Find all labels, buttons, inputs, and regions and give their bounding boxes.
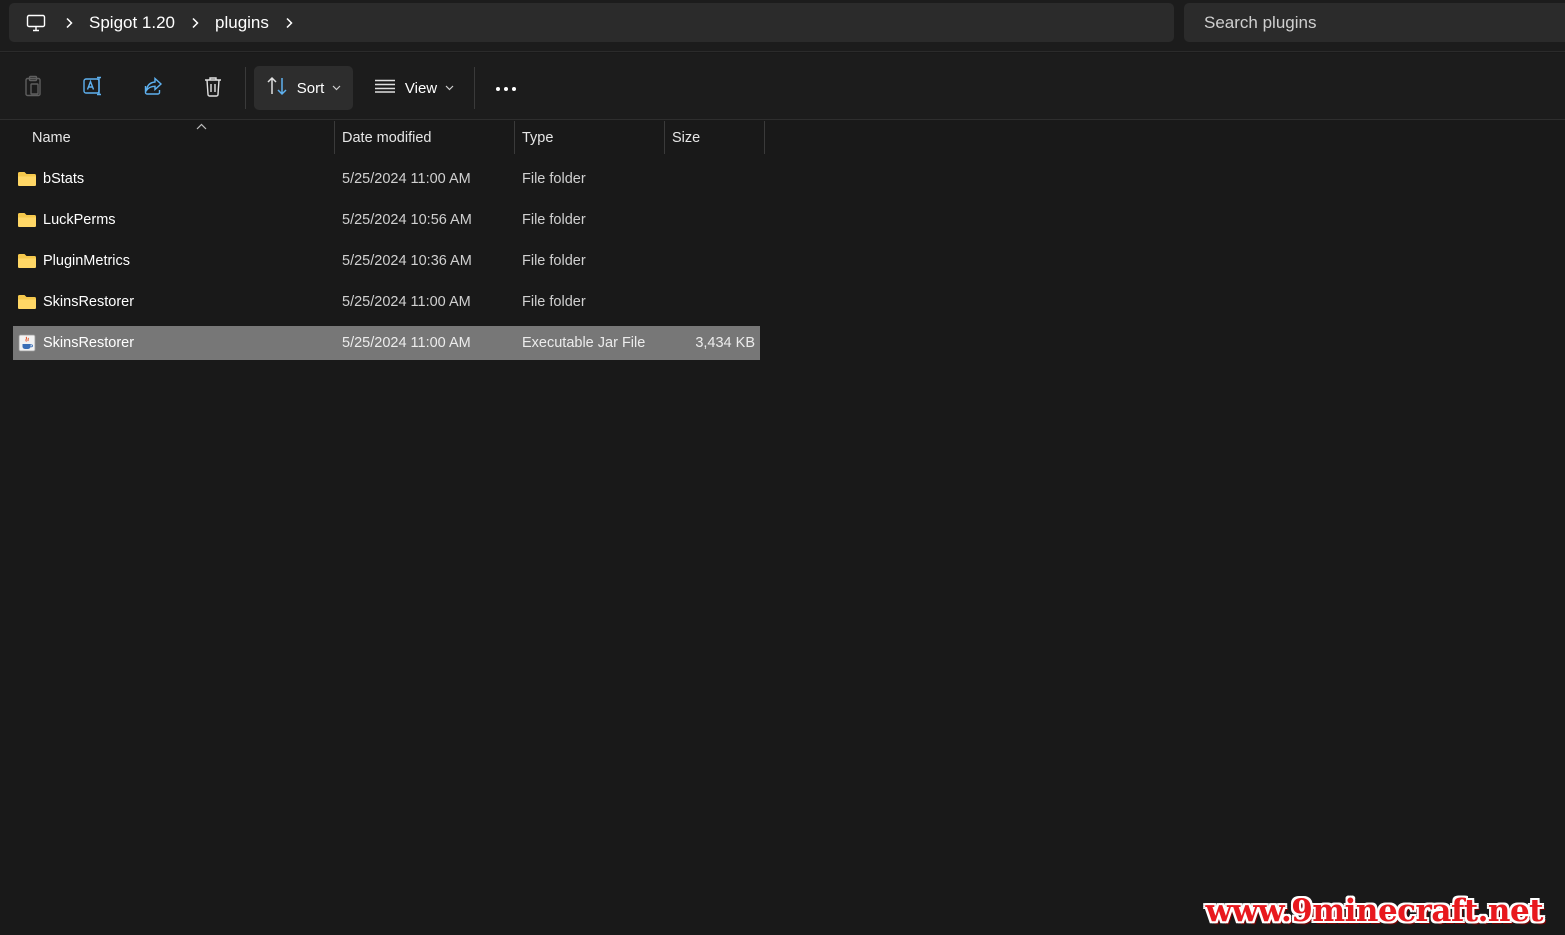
trash-icon (203, 75, 223, 102)
paste-button[interactable] (12, 66, 54, 110)
file-name-cell: bStats (17, 162, 84, 196)
view-label: View (404, 79, 438, 97)
file-type: File folder (522, 294, 586, 310)
file-size: 3,434 KB (695, 335, 755, 351)
rename-icon (82, 75, 104, 102)
file-row-skinsrestorer-jar[interactable]: SkinsRestorer 5/25/2024 11:00 AM Executa… (13, 326, 760, 360)
share-button[interactable] (132, 66, 174, 110)
column-header-date-label: Date modified (342, 129, 432, 146)
file-type: File folder (522, 212, 586, 228)
file-name: SkinsRestorer (43, 335, 135, 351)
command-bar: Sort View (0, 53, 1565, 120)
file-date: 5/25/2024 11:00 AM (342, 294, 471, 310)
share-icon (142, 75, 164, 102)
sort-label: Sort (296, 79, 325, 97)
file-name: LuckPerms (43, 212, 116, 228)
chevron-down-icon (445, 85, 454, 91)
watermark-logo: www.9minecraft.net (1205, 893, 1544, 929)
file-type: File folder (522, 253, 586, 269)
folder-icon (17, 210, 37, 230)
folder-icon (17, 169, 37, 189)
column-header-name[interactable]: Name (24, 121, 335, 154)
rename-button[interactable] (72, 66, 114, 110)
file-name: PluginMetrics (43, 253, 131, 269)
sort-button[interactable]: Sort (254, 66, 353, 110)
file-date: 5/25/2024 11:00 AM (342, 171, 471, 187)
file-name-cell: PluginMetrics (17, 244, 130, 278)
chevron-down-icon (332, 85, 341, 91)
chevron-right-icon[interactable] (277, 11, 301, 35)
file-date: 5/25/2024 11:00 AM (342, 335, 471, 351)
file-name-cell: SkinsRestorer (17, 285, 134, 319)
file-name: bStats (43, 171, 85, 187)
file-name-cell: LuckPerms (17, 203, 116, 237)
java-jar-icon (17, 333, 37, 353)
column-header-type[interactable]: Type (514, 121, 665, 154)
search-box[interactable] (1184, 3, 1565, 42)
delete-button[interactable] (192, 66, 234, 110)
toolbar-divider (245, 67, 246, 109)
breadcrumb-segment-plugins[interactable]: plugins (213, 9, 271, 37)
file-row-pluginmetrics[interactable]: PluginMetrics 5/25/2024 10:36 AM File fo… (13, 244, 760, 278)
file-date: 5/25/2024 10:36 AM (342, 253, 472, 269)
column-header-row: Name Date modified Type Size (0, 121, 1565, 154)
chevron-up-icon (196, 118, 207, 134)
folder-icon (17, 251, 37, 271)
file-type: Executable Jar File (522, 335, 646, 351)
column-header-date[interactable]: Date modified (334, 121, 515, 154)
clipboard-icon (23, 75, 43, 102)
file-row-luckperms[interactable]: LuckPerms 5/25/2024 10:56 AM File folder (13, 203, 760, 237)
more-horizontal-icon (495, 79, 517, 97)
column-header-size-label: Size (672, 129, 701, 146)
column-header-type-label: Type (522, 129, 554, 146)
file-type: File folder (522, 171, 586, 187)
chevron-right-icon[interactable] (57, 11, 81, 35)
chevron-right-icon[interactable] (183, 11, 207, 35)
column-header-size[interactable]: Size (664, 121, 765, 154)
folder-icon (17, 292, 37, 312)
more-options-button[interactable] (484, 66, 528, 110)
breadcrumb[interactable]: Spigot 1.20 plugins (9, 3, 1174, 42)
column-header-name-label: Name (32, 129, 71, 146)
breadcrumb-segment-spigot[interactable]: Spigot 1.20 (87, 9, 177, 37)
computer-icon[interactable] (21, 8, 51, 38)
address-row: Spigot 1.20 plugins (0, 0, 1565, 52)
file-name: SkinsRestorer (43, 294, 135, 310)
sort-icon (266, 76, 288, 101)
file-date: 5/25/2024 10:56 AM (342, 212, 472, 228)
file-name-cell: SkinsRestorer (17, 326, 134, 360)
file-row-bstats[interactable]: bStats 5/25/2024 11:00 AM File folder (13, 162, 760, 196)
view-button[interactable]: View (364, 66, 464, 110)
search-input[interactable] (1202, 11, 1542, 34)
view-list-icon (374, 79, 396, 98)
file-row-skinsrestorer-folder[interactable]: SkinsRestorer 5/25/2024 11:00 AM File fo… (13, 285, 760, 319)
toolbar-divider (474, 67, 475, 109)
